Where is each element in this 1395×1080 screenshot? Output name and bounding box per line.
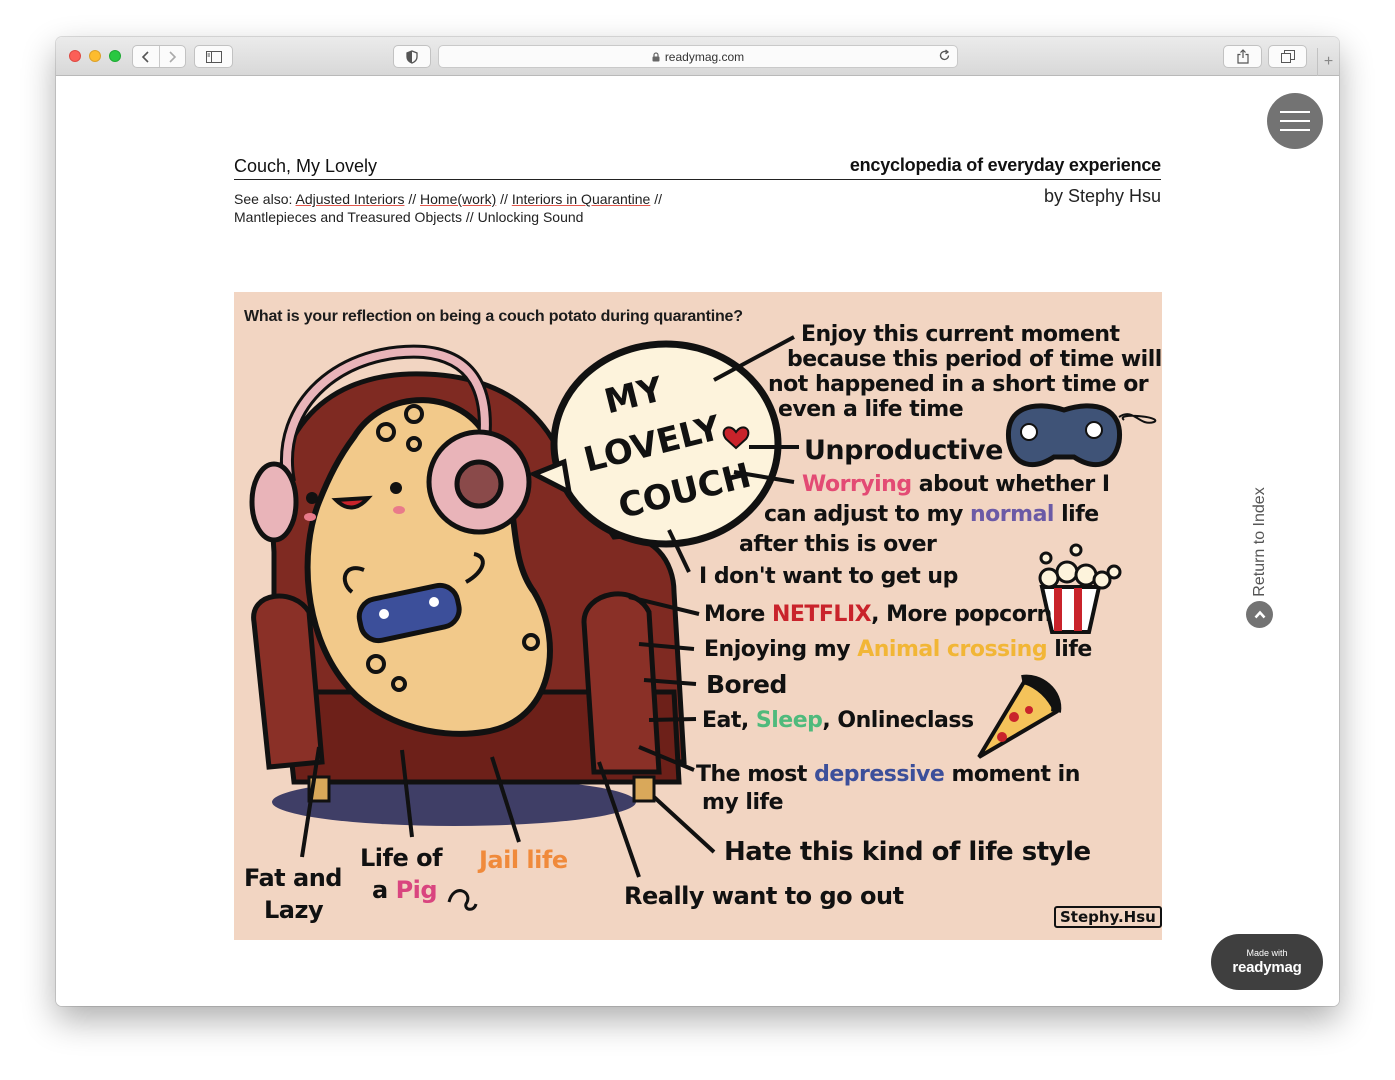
popcorn-doodle [1038, 543, 1122, 634]
word-moment: moment in [951, 762, 1080, 787]
page-title: Couch, My Lovely [234, 156, 378, 176]
url-text: readymag.com [664, 49, 745, 64]
note-depressive: The most depressive moment in [696, 762, 1080, 787]
word-netflix: NETFLIX [771, 602, 872, 627]
share-icon [1236, 49, 1249, 64]
forward-button[interactable] [158, 46, 186, 67]
word-most: The most [696, 762, 807, 787]
couch-right-arm [581, 591, 662, 775]
link-interiors-in-quarantine[interactable]: Interiors in Quarantine [512, 191, 651, 207]
note-enjoy-1: Enjoy this current moment [801, 322, 1120, 347]
note-eat-sleep: Eat, Sleep, Onlineclass [702, 708, 974, 733]
hamburger-icon [1280, 111, 1310, 113]
word-more-popcorn: , More popcorn [871, 602, 1052, 627]
author-byline: by Stephy Hsu [1043, 186, 1161, 206]
pizza-doodle [977, 674, 1062, 759]
note-go-out: Really want to go out [624, 882, 904, 910]
couch-potato-illustration: MY LOVELY COUCH What is your reflection … [234, 292, 1162, 940]
word-animal-crossing: Animal crossing [857, 637, 1048, 662]
browser-window: readymag.com + Couch, My Lovely encyclop… [56, 37, 1339, 1006]
address-bar[interactable]: readymag.com [438, 45, 958, 68]
chevron-up-icon [1246, 601, 1273, 628]
note-bored: Bored [706, 670, 787, 699]
made-with-readymag-badge[interactable]: Made with readymag [1211, 934, 1323, 990]
lock-icon [652, 51, 660, 62]
separator: // [465, 209, 474, 225]
word-enjoying: Enjoying my [704, 637, 851, 662]
note-after: after this is over [739, 532, 937, 557]
see-also-label: See also: [234, 191, 293, 207]
word-worrying: Worrying [802, 472, 912, 497]
plus-icon: + [1323, 53, 1334, 70]
word-more: More [704, 602, 765, 627]
chevron-right-icon [169, 50, 177, 63]
mantlepieces-text: Mantlepieces and Treasured Objects [234, 209, 463, 225]
note-unproductive: Unproductive [804, 435, 1003, 466]
couch-leg [632, 775, 656, 803]
zoom-window-button[interactable] [109, 50, 121, 62]
menu-button[interactable] [1267, 93, 1323, 149]
note-adjust: can adjust to my normal life [764, 502, 1099, 527]
chevron-left-icon [141, 50, 149, 63]
site-title[interactable]: encyclopedia of everyday experience [850, 155, 1161, 176]
controller-doodle [1006, 403, 1157, 467]
word-normal: normal [970, 502, 1054, 527]
note-hate: Hate this kind of life style [724, 837, 1091, 867]
note-worrying: Worrying about whether I [802, 472, 1110, 497]
note-pig-2: a Pig [372, 876, 438, 904]
separator: // [408, 191, 417, 207]
note-animal-crossing: Enjoying my Animal crossing life [704, 637, 1092, 662]
link-home-work[interactable]: Home(work) [420, 191, 496, 207]
note-fat: Fat and [244, 864, 342, 892]
note-enjoy-3: not happened in a short time or [768, 372, 1149, 397]
readymag-logo: readymag [1232, 959, 1302, 976]
link-adjusted-interiors[interactable]: Adjusted Interiors [296, 191, 405, 207]
tabs-icon [1280, 50, 1295, 63]
new-tab-button[interactable]: + [1317, 48, 1339, 76]
artist-signature: Stephy.Hsu [1054, 906, 1162, 928]
sidebar-toggle-button[interactable] [194, 45, 233, 68]
see-also: See also: Adjusted Interiors // Home(wor… [234, 190, 714, 226]
close-window-button[interactable] [69, 50, 81, 62]
word-worry-rest: about whether I [918, 472, 1110, 497]
note-enjoy-4: even a life time [778, 397, 964, 422]
title-bar: readymag.com + [56, 37, 1339, 76]
separator: // [654, 191, 663, 207]
separator: // [500, 191, 508, 207]
tab-overview-button[interactable] [1268, 45, 1307, 68]
note-my-life: my life [702, 790, 784, 815]
note-jail: Jail life [479, 846, 568, 874]
note-netflix: More NETFLIX, More popcorn [704, 602, 1052, 627]
note-lazy: Lazy [264, 896, 324, 924]
return-to-index-label: Return to Index [1251, 487, 1268, 597]
note-dont-want: I don't want to get up [699, 564, 958, 589]
sidebar-icon [205, 50, 222, 63]
share-button[interactable] [1223, 45, 1262, 68]
privacy-report-button[interactable] [393, 45, 431, 68]
word-online: , Onlineclass [822, 708, 974, 733]
word-pig: Pig [395, 876, 438, 904]
illustration-question: What is your reflection on being a couch… [244, 308, 743, 325]
word-a: a [372, 876, 388, 904]
headphone-left [249, 461, 299, 543]
header-divider [234, 179, 1161, 180]
word-depressive: depressive [814, 762, 945, 787]
reload-icon[interactable] [938, 49, 951, 65]
word-adjust: can adjust to my [764, 502, 963, 527]
badge-small-text: Made with [1246, 948, 1288, 958]
page-content: Couch, My Lovely encyclopedia of everyda… [56, 76, 1339, 1006]
word-eat: Eat, [702, 708, 749, 733]
word-life: life [1061, 502, 1099, 527]
history-nav [132, 45, 186, 68]
note-pig-1: Life of [360, 844, 443, 872]
minimize-window-button[interactable] [89, 50, 101, 62]
return-to-index[interactable]: Return to Index [1246, 456, 1274, 628]
back-button[interactable] [133, 46, 159, 67]
unlocking-sound-text: Unlocking Sound [477, 209, 584, 225]
shield-icon [406, 49, 418, 64]
word-life-2: life [1054, 637, 1092, 662]
word-sleep: Sleep [755, 708, 823, 733]
note-enjoy-2: because this period of time will [787, 347, 1162, 372]
